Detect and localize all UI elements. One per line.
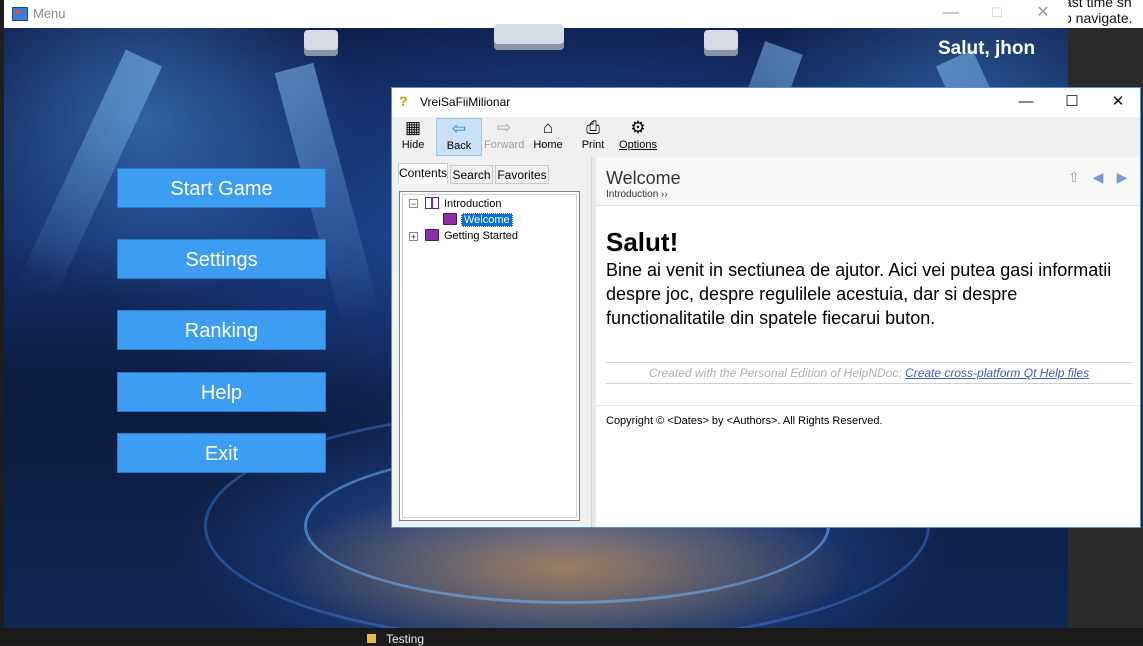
folder-icon — [367, 634, 376, 643]
tab-contents[interactable]: Contents — [398, 163, 448, 184]
divider — [606, 383, 1132, 384]
topic-content: Welcome Introduction ›› ⇧ ◀ ▶ Salut! Bin… — [596, 157, 1140, 527]
tab-favorites[interactable]: Favorites — [495, 165, 549, 184]
maximize-button[interactable]: ☐ — [974, 0, 1020, 28]
forward-arrow-icon: ⇨ — [496, 118, 512, 137]
help-icon: ? — [399, 93, 408, 109]
created-with-note: Created with the Personal Edition of Hel… — [606, 366, 1132, 380]
tree-item-welcome-label: Welcome — [461, 213, 513, 227]
spotlight — [304, 30, 338, 56]
contents-tree-inner: − Introduction Welcome + Getting Started — [402, 194, 577, 518]
topic-title: Welcome — [606, 168, 681, 188]
forward-label: Forward — [484, 139, 525, 151]
start-game-button[interactable]: Start Game — [117, 168, 326, 208]
book-icon — [425, 229, 439, 241]
created-with-text: Created with the Personal Edition of Hel… — [648, 366, 906, 380]
contents-tree: − Introduction Welcome + Getting Started — [399, 191, 580, 521]
copyright-text: Copyright © <Dates> by <Authors>. All Ri… — [606, 415, 883, 427]
options-icon: ⚙ — [630, 118, 646, 137]
print-button[interactable]: ⎙ Print — [579, 118, 607, 156]
back-label: Back — [446, 140, 472, 152]
back-arrow-icon: ⇦ — [451, 119, 467, 138]
settings-button[interactable]: Settings — [117, 239, 326, 279]
greeting-label: Salut, jhon — [938, 38, 1036, 59]
help-toolbar: ▦ Hide ⇦ Back ⇨ Forward ⌂ Home ⎙ Print ⚙… — [392, 117, 1140, 157]
help-titlebar[interactable]: ? VreiSaFiiMilionar — ☐ ✕ — [392, 88, 1140, 117]
topic-heading: Salut! — [606, 227, 679, 257]
hide-label: Hide — [401, 139, 425, 151]
help-window-title: VreiSaFiiMilionar — [420, 95, 511, 109]
options-button[interactable]: ⚙ Options — [618, 118, 658, 156]
minimize-button[interactable]: — — [1003, 88, 1049, 117]
printer-icon: ⎙ — [586, 118, 600, 137]
background-text-line: o navigate. — [1064, 10, 1133, 26]
tree-item-getting-started[interactable]: Getting Started — [444, 229, 518, 244]
spotlight — [704, 30, 738, 56]
app-icon — [12, 7, 28, 21]
collapse-icon[interactable]: − — [409, 199, 418, 209]
ranking-button[interactable]: Ranking — [117, 310, 326, 350]
spotlight — [494, 24, 564, 50]
taskbar: Testing — [0, 628, 1143, 646]
tree-item-introduction[interactable]: Introduction — [444, 197, 501, 212]
close-button[interactable]: ✕ — [1095, 88, 1141, 117]
tab-search[interactable]: Search — [450, 165, 493, 184]
home-label: Home — [533, 139, 563, 151]
navigation-pane: Contents Search Favorites − Introduction… — [392, 157, 591, 527]
hide-icon: ▦ — [404, 118, 422, 137]
help-button[interactable]: Help — [117, 372, 326, 412]
helpndoc-link[interactable]: Create cross-platform Qt Help files — [905, 366, 1089, 380]
home-button[interactable]: ⌂ Home — [532, 118, 564, 156]
print-label: Print — [581, 139, 605, 151]
help-window: ? VreiSaFiiMilionar — ☐ ✕ ▦ Hide ⇦ Back … — [391, 87, 1141, 528]
back-button[interactable]: ⇦ Back — [436, 118, 482, 156]
taskbar-item-label[interactable]: Testing — [386, 632, 424, 646]
topic-previous-icon[interactable]: ◀ — [1090, 169, 1106, 185]
book-icon — [443, 213, 457, 225]
topic-body: Bine ai venit in sectiunea de ajutor. Ai… — [606, 260, 1112, 328]
background-window-text: ast time sh o navigate. — [1064, 0, 1143, 26]
expand-icon[interactable]: + — [409, 232, 418, 242]
forward-button[interactable]: ⇨ Forward — [484, 118, 524, 156]
open-book-icon — [425, 197, 439, 209]
topic-up-icon[interactable]: ⇧ — [1066, 169, 1082, 185]
hide-button[interactable]: ▦ Hide — [398, 118, 428, 156]
background-text-line: ast time sh — [1064, 0, 1132, 10]
divider — [596, 405, 1140, 406]
tree-item-welcome[interactable]: Welcome — [461, 213, 513, 228]
topic-header: Welcome Introduction ›› ⇧ ◀ ▶ — [596, 157, 1140, 206]
menu-window-title: Menu — [33, 6, 66, 21]
close-button[interactable]: ✕ — [1020, 0, 1066, 28]
options-label: Options — [619, 139, 657, 151]
breadcrumb[interactable]: Introduction ›› — [606, 189, 668, 200]
maximize-button[interactable]: ☐ — [1049, 88, 1095, 117]
topic-next-icon[interactable]: ▶ — [1114, 169, 1130, 185]
exit-button[interactable]: Exit — [117, 433, 326, 473]
divider — [606, 362, 1132, 363]
home-icon: ⌂ — [542, 118, 554, 137]
minimize-button[interactable]: — — [928, 0, 974, 28]
